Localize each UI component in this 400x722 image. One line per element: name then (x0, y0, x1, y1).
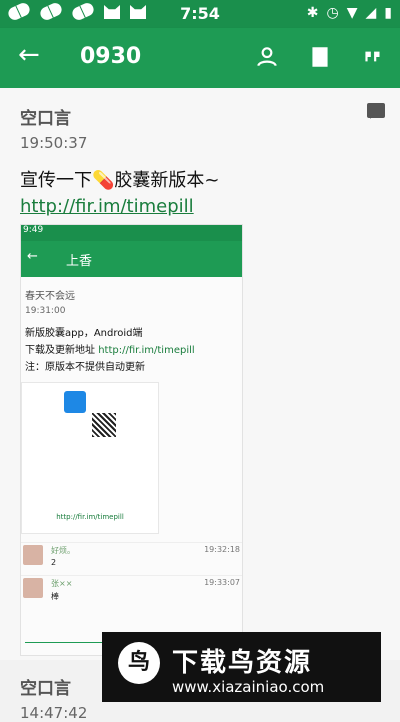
post-image[interactable]: 9:49 ← 上香 春天不会远 19:31:00 新版胶囊app，Android… (20, 224, 243, 656)
quote-icon[interactable] (360, 44, 386, 70)
watermark: 鸟 下载鸟资源 www.xiazainiao.com (102, 632, 381, 702)
image-title: 上香 (66, 254, 93, 269)
bluetooth-icon: ✱ (306, 5, 319, 21)
image-line-3: 注：原版本不提供自动更新 (25, 362, 145, 373)
image-author: 春天不会远 (25, 291, 75, 302)
battery-icon: ▮ (384, 5, 392, 21)
app-logo-icon (64, 391, 86, 413)
status-bar: 7:54 ✱ ◷ ▼ ◢ ▮ (0, 0, 400, 28)
comment-time: 19:32:18 (204, 545, 240, 554)
comment-name: 张×× (51, 579, 73, 588)
avatar (23, 545, 43, 565)
post-time: 19:50:37 (20, 134, 88, 152)
comment-name: 好烦。 (51, 546, 75, 555)
image-content: 春天不会远 19:31:00 新版胶囊app，Android端 下载及更新地址 … (21, 277, 242, 655)
image-status-bar: 9:49 (21, 225, 242, 241)
comment-row: 张×× 棒 19:33:07 (21, 575, 242, 606)
next-post-time: 14:47:42 (20, 704, 88, 722)
comment-text: 2 (51, 558, 57, 567)
image-back-icon: ← (27, 249, 38, 264)
page-title: 0930 (80, 44, 142, 69)
thumbnail-url: http://fir.im/timepill (56, 513, 124, 521)
image-app-bar: ← 上香 (21, 241, 242, 277)
system-icons: ✱ ◷ ▼ ◢ ▮ (307, 5, 392, 21)
avatar (23, 578, 43, 598)
image-line-2-link: http://fir.im/timepill (98, 345, 195, 356)
watermark-url: www.xiazainiao.com (172, 678, 325, 696)
bookmark-icon[interactable] (307, 44, 333, 70)
post-link[interactable]: http://fir.im/timepill (20, 196, 194, 217)
arrow-left-icon[interactable]: ← (18, 40, 40, 70)
post-text: 宣传一下💊胶囊新版本~ (20, 170, 220, 191)
person-icon[interactable] (254, 44, 280, 70)
alarm-icon: ◷ (326, 5, 339, 21)
bird-logo-icon: 鸟 (118, 642, 160, 684)
post-author: 空口言 (20, 109, 71, 129)
comment-text: 棒 (51, 592, 59, 601)
comment-row: 好烦。 2 19:32:18 (21, 542, 242, 573)
app-bar: ← 0930 (0, 28, 400, 88)
qr-code-icon (92, 413, 116, 437)
image-line-2-prefix: 下载及更新地址 (25, 345, 99, 356)
image-thumbnail: http://fir.im/timepill (21, 382, 159, 534)
image-line-2: 下载及更新地址 http://fir.im/timepill (25, 341, 195, 356)
comment-icon[interactable] (367, 103, 385, 119)
watermark-title: 下载鸟资源 (172, 648, 313, 678)
wifi-icon: ▼ (346, 5, 358, 21)
next-post-author: 空口言 (20, 679, 71, 699)
comment-time: 19:33:07 (204, 578, 240, 587)
signal-icon: ◢ (365, 5, 377, 21)
image-line-1: 新版胶囊app，Android端 (25, 328, 143, 339)
image-time: 19:31:00 (25, 306, 66, 316)
